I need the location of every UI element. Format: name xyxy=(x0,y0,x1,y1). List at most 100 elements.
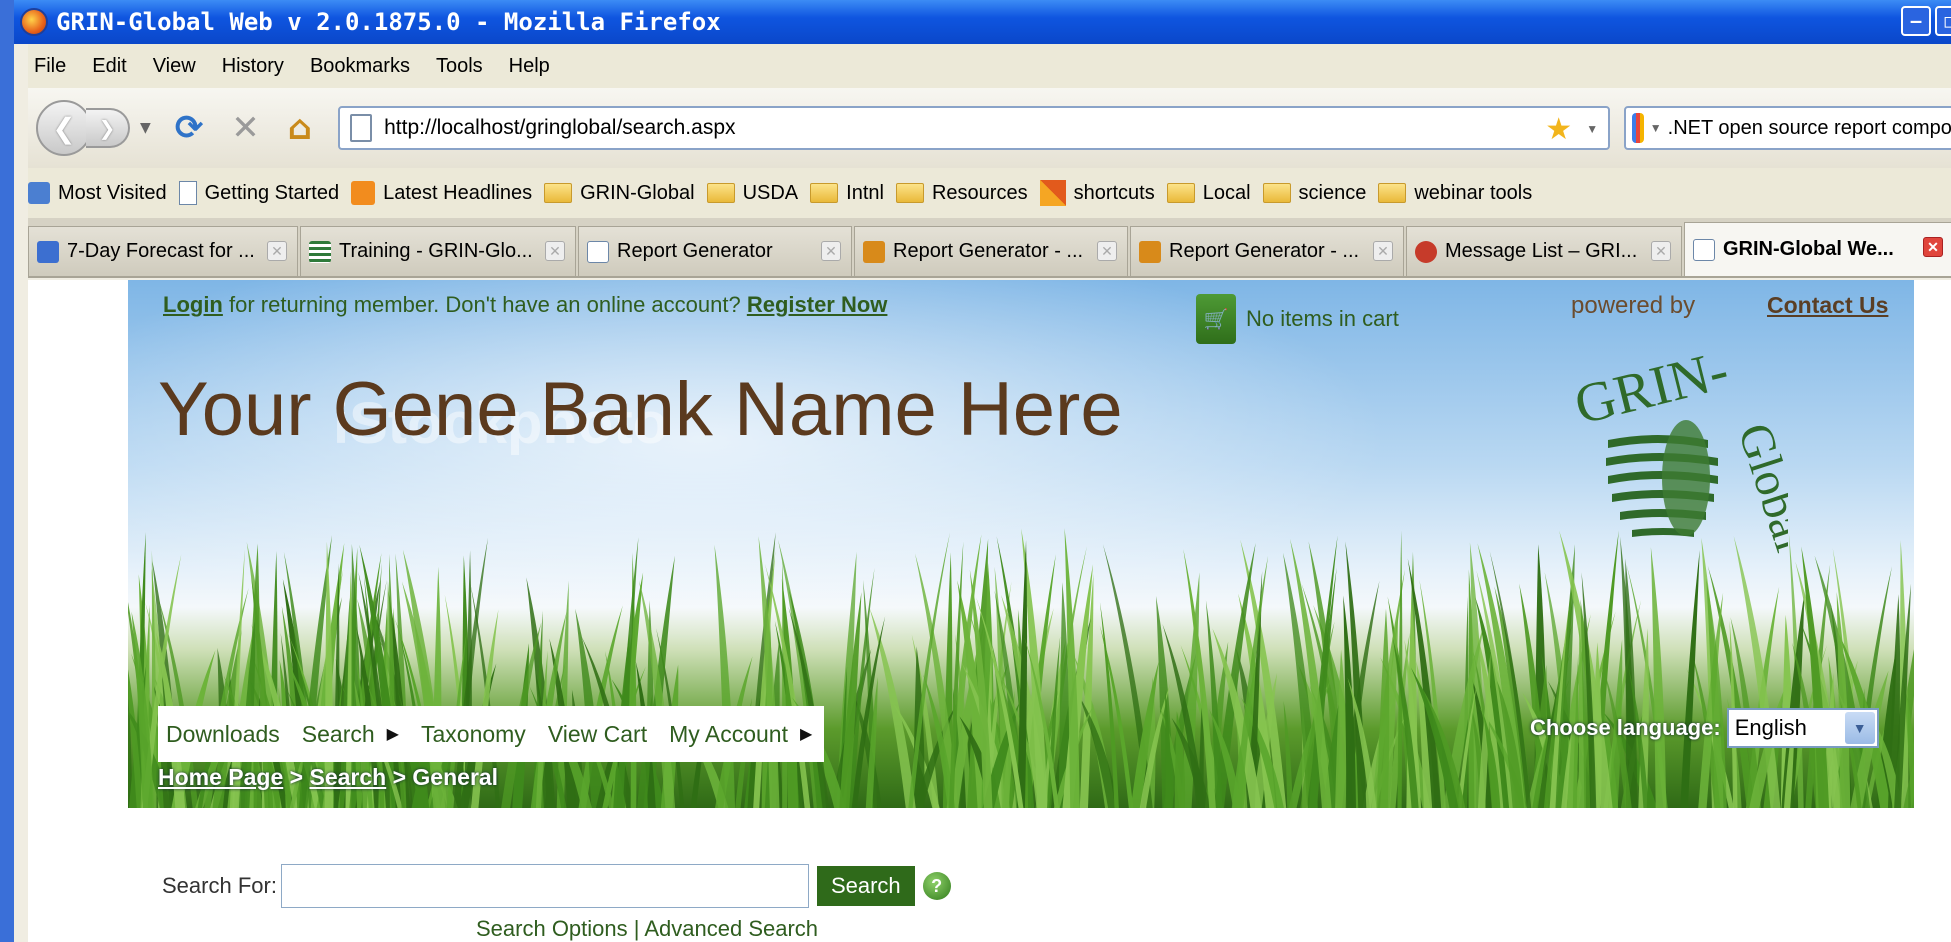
help-icon[interactable]: ? xyxy=(922,872,951,900)
url-bar[interactable]: http://localhost/gringlobal/search.aspx … xyxy=(338,106,1611,150)
navigation-toolbar: ❮ ❯ ▼ ⟳ ✕ ⌂ http://localhost/gringlobal/… xyxy=(28,88,1951,168)
breadcrumb-home[interactable]: Home Page xyxy=(158,764,283,790)
most-visited-icon xyxy=(28,182,50,204)
firefox-icon xyxy=(20,8,48,36)
bookmark-label: science xyxy=(1298,181,1367,204)
language-selected[interactable]: English xyxy=(1735,715,1807,741)
site-menu: Downloads Search ▶ Taxonomy View Cart My… xyxy=(158,706,825,762)
minimize-button[interactable]: – xyxy=(1901,6,1931,36)
bookmark-shortcuts[interactable]: shortcuts xyxy=(1039,180,1155,206)
url-text[interactable]: http://localhost/gringlobal/search.aspx xyxy=(384,116,735,140)
advanced-search-link[interactable]: Advanced Search xyxy=(644,916,818,941)
search-label: Search For: xyxy=(162,873,277,898)
menu-tools[interactable]: Tools xyxy=(436,55,483,78)
bookmark-resources[interactable]: Resources xyxy=(895,182,1028,205)
language-select[interactable]: English ▼ xyxy=(1726,708,1879,748)
bookmark-most-visited[interactable]: Most Visited xyxy=(28,182,167,205)
close-tab-icon[interactable]: ✕ xyxy=(1373,241,1393,261)
cart-icon[interactable]: 🛒 xyxy=(1196,294,1236,344)
history-dropdown-icon[interactable]: ▼ xyxy=(140,120,151,136)
tab-report-generator-3[interactable]: Report Generator - ... ✕ xyxy=(1130,226,1404,276)
menu-view-cart[interactable]: View Cart xyxy=(548,721,647,748)
login-link[interactable]: Login xyxy=(163,292,223,317)
maximize-button[interactable]: □ xyxy=(1935,6,1951,36)
bookmark-usda[interactable]: USDA xyxy=(706,182,798,205)
close-tab-icon[interactable]: ✕ xyxy=(267,241,287,261)
menu-bar: File Edit View History Bookmarks Tools H… xyxy=(28,44,1951,88)
tab-grin-global-web[interactable]: GRIN-Global We... ✕ xyxy=(1684,222,1951,276)
reload-icon[interactable]: ⟳ xyxy=(175,108,204,148)
tab-message-list[interactable]: Message List – GRI... ✕ xyxy=(1406,226,1682,276)
menu-bookmarks[interactable]: Bookmarks xyxy=(310,55,410,78)
menu-help[interactable]: Help xyxy=(509,55,550,78)
bookmark-label: webinar tools xyxy=(1414,181,1533,204)
search-options-link[interactable]: Search Options xyxy=(476,916,628,941)
powered-by-text: powered by xyxy=(1571,292,1696,319)
menu-my-account[interactable]: My Account xyxy=(669,721,788,748)
bookmark-local[interactable]: Local xyxy=(1166,181,1251,205)
web-search-box[interactable]: ▼ .NET open source report compon xyxy=(1624,106,1951,150)
menu-search[interactable]: Search xyxy=(302,721,375,748)
contact-us-link[interactable]: Contact Us xyxy=(1767,292,1888,319)
tab-training[interactable]: Training - GRIN-Glo... ✕ xyxy=(300,226,576,276)
home-icon[interactable]: ⌂ xyxy=(288,108,312,148)
header-banner: iStockphoto Login for returning member. … xyxy=(128,280,1914,808)
chevron-down-icon[interactable]: ▼ xyxy=(1844,712,1875,744)
cart-status[interactable]: 🛒 No items in cart xyxy=(1196,294,1399,344)
search-button[interactable]: Search xyxy=(816,866,915,906)
tab-7-day-forecast[interactable]: 7-Day Forecast for ... ✕ xyxy=(28,226,298,276)
menu-edit[interactable]: Edit xyxy=(92,55,126,78)
bookmark-label: Getting Started xyxy=(204,181,340,204)
tab-report-generator-1[interactable]: Report Generator ✕ xyxy=(578,226,852,276)
language-chooser: Choose language: English ▼ xyxy=(1530,708,1879,748)
menu-downloads[interactable]: Downloads xyxy=(166,721,280,748)
url-dropdown-icon[interactable]: ▼ xyxy=(1586,122,1598,136)
close-tab-icon[interactable]: ✕ xyxy=(821,241,841,261)
tab-report-generator-2[interactable]: Report Generator - ... ✕ xyxy=(854,226,1128,276)
report-icon xyxy=(863,240,885,263)
bookmark-label: Latest Headlines xyxy=(383,181,533,204)
training-icon xyxy=(309,240,331,263)
cart-text[interactable]: No items in cart xyxy=(1246,306,1399,332)
browser-window: GRIN-Global Web v 2.0.1875.0 - Mozilla F… xyxy=(0,0,1951,942)
menu-file[interactable]: File xyxy=(34,55,66,78)
web-search-text[interactable]: .NET open source report compon xyxy=(1668,117,1951,140)
bookmark-latest-headlines[interactable]: Latest Headlines xyxy=(351,181,532,205)
window-title: GRIN-Global Web v 2.0.1875.0 - Mozilla F… xyxy=(56,8,721,36)
search-engine-dropdown-icon[interactable]: ▼ xyxy=(1650,121,1662,135)
tab-label: Report Generator - ... xyxy=(893,240,1084,262)
submenu-arrow-icon[interactable]: ▶ xyxy=(387,724,399,744)
close-tab-icon[interactable]: ✕ xyxy=(1651,241,1671,261)
login-line: Login for returning member. Don't have a… xyxy=(163,292,887,318)
bookmark-getting-started[interactable]: Getting Started xyxy=(178,181,340,205)
menu-taxonomy[interactable]: Taxonomy xyxy=(421,721,526,748)
submenu-arrow-icon[interactable]: ▶ xyxy=(800,724,812,744)
search-row: Search For: Search ? xyxy=(162,864,951,908)
search-engine-icon[interactable] xyxy=(1632,113,1644,143)
close-tab-icon[interactable]: ✕ xyxy=(1097,241,1117,261)
bookmark-label: GRIN-Global xyxy=(580,181,695,204)
close-tab-icon[interactable]: ✕ xyxy=(1923,237,1943,257)
tab-label: Report Generator xyxy=(617,240,773,262)
menu-view[interactable]: View xyxy=(153,55,196,78)
folder-icon xyxy=(810,183,839,203)
back-button[interactable]: ❮ xyxy=(36,100,92,156)
bookmark-intnl[interactable]: Intnl xyxy=(810,182,884,205)
bookmark-science[interactable]: science xyxy=(1262,181,1367,205)
breadcrumb-search[interactable]: Search xyxy=(309,764,386,790)
bookmark-star-icon[interactable]: ★ xyxy=(1545,112,1572,147)
breadcrumb-separator: > xyxy=(283,764,310,790)
forward-button[interactable]: ❯ xyxy=(86,108,130,148)
stop-icon[interactable]: ✕ xyxy=(231,108,260,148)
menu-history[interactable]: History xyxy=(222,55,284,78)
breadcrumb: Home Page > Search > General xyxy=(158,764,498,791)
language-label: Choose language: xyxy=(1530,715,1721,740)
folder-icon xyxy=(706,183,735,203)
bookmark-webinar-tools[interactable]: webinar tools xyxy=(1378,182,1532,205)
close-tab-icon[interactable]: ✕ xyxy=(545,241,565,261)
bookmark-grin-global[interactable]: GRIN-Global xyxy=(544,181,695,205)
bookmark-label: Local xyxy=(1202,181,1251,204)
search-input[interactable] xyxy=(280,864,809,908)
register-link[interactable]: Register Now xyxy=(747,292,888,317)
folder-icon xyxy=(1262,183,1291,203)
